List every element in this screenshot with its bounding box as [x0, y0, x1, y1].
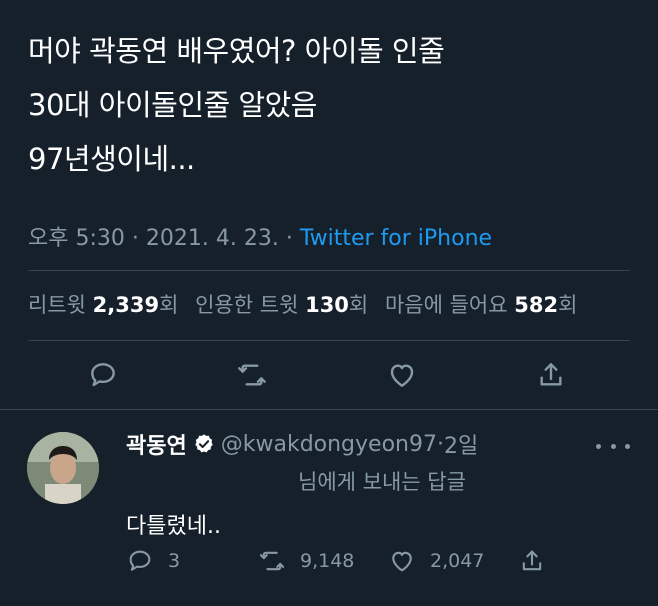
- reply-tweet[interactable]: 곽동연 @kwakdongyeon97 · 2일 님에게 보내는 답글 다틀렸네…: [0, 410, 658, 606]
- author-name[interactable]: 곽동연: [126, 428, 187, 460]
- tweet-actions: [0, 352, 658, 398]
- tweet-line: 30대 아이돌인줄 알았음: [28, 88, 317, 122]
- share-icon: [540, 363, 562, 386]
- author-handle[interactable]: @kwakdongyeon97: [221, 432, 437, 457]
- likes-count: 582: [514, 293, 559, 317]
- time-separator: ·: [436, 431, 444, 457]
- retweets-label: 리트윗: [28, 293, 86, 317]
- likes-label: 마음에 들어요: [384, 293, 508, 317]
- reply-retweet-button[interactable]: 9,148: [258, 544, 354, 578]
- reply-time[interactable]: 2일: [444, 428, 478, 460]
- avatar[interactable]: [27, 432, 99, 504]
- verified-badge-icon: [195, 434, 213, 453]
- retweet-count: 9,148: [300, 550, 355, 572]
- quotes-label: 인용한 트윗: [195, 293, 299, 317]
- reply-text: 다틀렸네..: [126, 514, 221, 539]
- divider: [28, 270, 630, 271]
- reply-like-button[interactable]: 2,047: [388, 544, 484, 578]
- replying-to-text: 님에게 보내는 답글: [298, 470, 466, 494]
- tweet-stats: 리트윗 2,339회 인용한 트윗 130회 마음에 들어요 582회: [28, 289, 587, 319]
- like-button[interactable]: [383, 356, 421, 394]
- reply-actions: 3 9,148 2,047: [126, 544, 626, 578]
- retweet-button[interactable]: [233, 356, 271, 394]
- reply-icon: [91, 363, 115, 387]
- meta-separator: ·: [278, 226, 300, 251]
- retweet-icon: [238, 364, 266, 386]
- tweet-line: 97년생이네...: [28, 142, 195, 176]
- tweet-text: 머야 곽동연 배우였어? 아이돌 인줄 30대 아이돌인줄 알았음 97년생이네…: [28, 24, 638, 186]
- meta-separator: ·: [124, 226, 146, 251]
- reply-icon: [129, 550, 151, 571]
- quotes-count: 130: [305, 293, 349, 317]
- likes-unit: 회: [558, 293, 578, 317]
- heart-icon: [392, 551, 412, 572]
- share-icon: [522, 550, 542, 571]
- retweets-count: 2,339: [92, 293, 160, 317]
- tweet-date[interactable]: 2021. 4. 23.: [146, 226, 279, 251]
- heart-icon: [390, 364, 414, 387]
- more-options-button[interactable]: [596, 436, 630, 456]
- retweet-icon: [259, 551, 285, 571]
- reply-reply-button[interactable]: 3: [126, 544, 180, 578]
- quotes-stat[interactable]: 인용한 트윗 130회: [195, 293, 368, 317]
- tweet-meta: 오후 5:30 · 2021. 4. 23. · Twitter for iPh…: [28, 220, 492, 252]
- retweets-unit: 회: [159, 293, 179, 317]
- reply-button[interactable]: [84, 356, 122, 394]
- retweets-stat[interactable]: 리트윗 2,339회: [28, 293, 178, 317]
- reply-header: 곽동연 @kwakdongyeon97 · 2일: [126, 428, 478, 460]
- more-dot-icon: [625, 443, 630, 449]
- tweet-line: 머야 곽동연 배우였어? 아이돌 인줄: [28, 34, 445, 68]
- reply-share-button[interactable]: [518, 544, 560, 578]
- more-dot-icon: [596, 443, 601, 449]
- reply-count: 3: [168, 550, 181, 572]
- quotes-unit: 회: [348, 293, 369, 317]
- tweet-source-link[interactable]: Twitter for iPhone: [300, 226, 492, 251]
- likes-stat[interactable]: 마음에 들어요 582회: [385, 293, 577, 317]
- tweet-time[interactable]: 오후 5:30: [28, 226, 125, 251]
- share-button[interactable]: [532, 356, 570, 394]
- more-dot-icon: [610, 443, 616, 449]
- like-count: 2,047: [430, 550, 485, 572]
- divider: [28, 340, 630, 341]
